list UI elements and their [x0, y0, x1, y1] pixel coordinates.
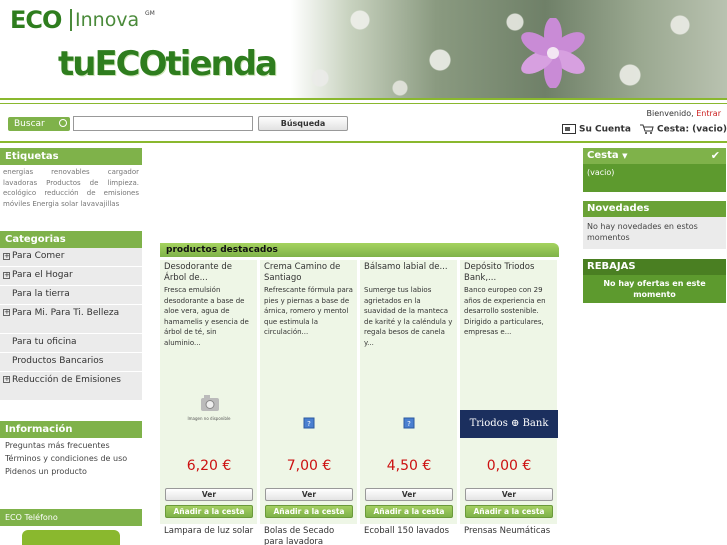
- categories-box: Categorias + Para Comer + Para el Hogar Pa…: [0, 231, 142, 401]
- product-description: Sumerge tus labios agrietados en la suav…: [364, 286, 453, 347]
- category-item[interactable]: Para la tierra: [0, 286, 142, 305]
- category-item[interactable]: + Para Comer: [0, 248, 142, 267]
- info-title: Información: [0, 421, 142, 438]
- news-box: Novedades No hay novedades en estos mome…: [583, 201, 726, 249]
- request-product-link[interactable]: Pidenos un producto: [0, 464, 142, 477]
- eco-phone-box: ECO Teléfono: [0, 509, 142, 545]
- category-item[interactable]: + Para el Hogar: [0, 267, 142, 286]
- cart-box: Cesta ▼ ✔ (vacio): [583, 148, 726, 192]
- sales-box: REBAJAS No hay ofertas en este momento: [583, 259, 726, 303]
- tag-cloud[interactable]: energias renovables cargador lavadoras P…: [0, 165, 142, 211]
- expand-icon[interactable]: +: [3, 272, 10, 279]
- product-image[interactable]: Triodos ⊕ Bank: [460, 410, 558, 438]
- product-title[interactable]: Depósito Triodos Bank,...: [464, 262, 556, 284]
- product-title[interactable]: Crema Camino de Santiago: [264, 262, 356, 284]
- view-button[interactable]: Ver: [465, 488, 553, 501]
- category-item[interactable]: + Reducción de Emisiones: [0, 372, 142, 401]
- view-button[interactable]: Ver: [165, 488, 253, 501]
- product-card: Depósito Triodos Bank,... Banco europeo …: [460, 260, 558, 524]
- view-button[interactable]: Ver: [265, 488, 353, 501]
- expand-icon[interactable]: +: [3, 253, 10, 260]
- product-title[interactable]: Bolas de Secado para lavadora: [260, 526, 358, 545]
- product-image[interactable]: ?: [260, 388, 358, 430]
- add-to-cart-button[interactable]: Añadir a la cesta: [265, 505, 353, 518]
- add-to-cart-button[interactable]: Añadir a la cesta: [365, 505, 453, 518]
- login-link[interactable]: Entrar: [696, 109, 721, 118]
- cart-icon: [640, 124, 654, 134]
- product-description: Refrescante fórmula para pies y piernas …: [264, 286, 353, 336]
- welcome-text: Bienvenido, Entrar: [646, 109, 721, 118]
- expand-icon[interactable]: +: [3, 309, 10, 316]
- product-card: Desodorante de Árbol de... Fresca emulsi…: [160, 260, 258, 524]
- broken-image-icon: ?: [403, 417, 415, 429]
- logo-innova: Innova: [70, 9, 139, 31]
- news-title: Novedades: [583, 201, 726, 217]
- check-icon: ✔: [710, 149, 720, 162]
- store-logo[interactable]: tuECOtienda: [58, 44, 278, 84]
- featured-products: productos destacados Desodorante de Árbo…: [160, 243, 559, 545]
- featured-title: productos destacados: [160, 243, 559, 257]
- product-card: Crema Camino de Santiago Refrescante fór…: [260, 260, 358, 524]
- terms-link[interactable]: Términos y condiciones de uso: [0, 451, 142, 464]
- news-body: No hay novedades en estos momentos: [587, 222, 698, 242]
- banner-background: [300, 0, 727, 98]
- search-input[interactable]: [73, 116, 253, 131]
- broken-image-icon: ?: [303, 417, 315, 429]
- cart-title[interactable]: Cesta ▼ ✔: [583, 148, 726, 164]
- eco-phone-banner[interactable]: [22, 530, 120, 545]
- eco-phone-title: ECO Teléfono: [0, 509, 142, 526]
- product-price: 7,00 €: [286, 458, 332, 474]
- product-price: 4,50 €: [386, 458, 432, 474]
- account-icon: [562, 124, 576, 134]
- tags-title: Etiquetas: [0, 148, 142, 165]
- product-title[interactable]: Bálsamo labial de...: [364, 262, 456, 273]
- tags-box: Etiquetas energias renovables cargador l…: [0, 148, 142, 211]
- search-label: Buscar: [8, 117, 70, 131]
- dropdown-arrow-icon[interactable]: ▼: [622, 152, 627, 160]
- no-image-caption: Imagen no disponible: [187, 416, 231, 421]
- product-title[interactable]: Lampara de luz solar: [160, 526, 258, 545]
- search-icon: [59, 119, 67, 127]
- svg-text:?: ?: [407, 420, 411, 428]
- header-banner: ECO Innova GM tuECOtienda: [0, 0, 727, 100]
- top-bar: Buscar Búsqueda Bienvenido, Entrar Su Cu…: [0, 103, 727, 143]
- product-price: 0,00 €: [486, 458, 532, 474]
- categories-title: Categorias: [0, 231, 142, 248]
- product-image[interactable]: Imagen no disponible: [160, 388, 258, 430]
- flower-icon: [521, 18, 585, 88]
- product-description: Banco europeo con 29 años de experiencia…: [464, 286, 546, 336]
- cart-link[interactable]: Cesta: (vacio): [640, 124, 727, 135]
- product-title[interactable]: Ecoball 150 lavados: [360, 526, 458, 545]
- camera-icon: [201, 395, 219, 411]
- search-button[interactable]: Búsqueda: [258, 116, 348, 131]
- info-box: Información Preguntas más frecuentes Tér…: [0, 421, 142, 477]
- view-button[interactable]: Ver: [365, 488, 453, 501]
- account-link[interactable]: Su Cuenta: [562, 124, 631, 135]
- sales-title: REBAJAS: [583, 259, 726, 275]
- product-image[interactable]: ?: [360, 388, 458, 430]
- product-title[interactable]: Prensas Neumáticas: [460, 526, 558, 545]
- add-to-cart-button[interactable]: Añadir a la cesta: [465, 505, 553, 518]
- triodos-logo: Triodos ⊕ Bank: [469, 418, 549, 429]
- category-item[interactable]: Para tu oficina: [0, 334, 142, 353]
- product-price: 6,20 €: [186, 458, 232, 474]
- svg-text:?: ?: [307, 420, 311, 428]
- product-title[interactable]: Desodorante de Árbol de...: [164, 262, 256, 284]
- logo-gm: GM: [145, 10, 155, 17]
- add-to-cart-button[interactable]: Añadir a la cesta: [165, 505, 253, 518]
- faq-link[interactable]: Preguntas más frecuentes: [0, 438, 142, 451]
- category-item[interactable]: + Para Mi. Para Ti. Belleza: [0, 305, 142, 334]
- expand-icon[interactable]: +: [3, 376, 10, 383]
- product-description: Fresca emulsión desodorante a base de al…: [164, 286, 249, 347]
- product-card: Bálsamo labial de... Sumerge tus labios …: [360, 260, 458, 524]
- logo-eco: ECO: [10, 6, 62, 34]
- category-item[interactable]: Productos Bancarios: [0, 353, 142, 372]
- cart-empty-text: (vacio): [583, 164, 726, 181]
- sales-body: No hay ofertas en este momento: [603, 279, 706, 299]
